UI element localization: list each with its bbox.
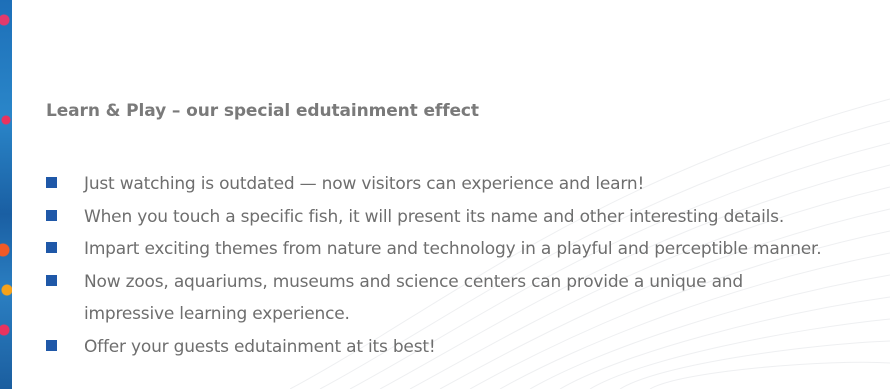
feature-list: Just watching is outdated — now visitors… [46, 168, 886, 363]
list-item-text: Now zoos, aquariums, museums and science… [84, 271, 743, 292]
list-item-text: Just watching is outdated — now visitors… [84, 174, 645, 194]
list-item: Impart exciting themes from nature and t… [46, 233, 886, 266]
square-bullet-icon [46, 339, 57, 351]
square-bullet-icon [46, 274, 57, 286]
page: Learn & Play – our special edutainment e… [0, 0, 890, 389]
square-bullet-icon [46, 242, 57, 253]
list-item: Now zoos, aquariums, museums and science… [46, 266, 886, 331]
list-item-text: Offer your guests edutainment at its bes… [84, 336, 436, 357]
list-item: Just watching is outdated — now visitors… [46, 168, 886, 201]
list-item: When you touch a specific fish, it will … [46, 201, 886, 234]
list-item-text: impressive learning experience. [84, 304, 350, 324]
list-item-text: Impart exciting themes from nature and t… [84, 239, 822, 259]
square-bullet-icon [46, 177, 57, 188]
list-item: Offer your guests edutainment at its bes… [46, 331, 886, 364]
coral-reef-image [0, 0, 12, 389]
list-item-text: When you touch a specific fish, it will … [84, 206, 785, 227]
section-heading: Learn & Play – our special edutainment e… [46, 101, 479, 121]
square-bullet-icon [46, 209, 57, 221]
